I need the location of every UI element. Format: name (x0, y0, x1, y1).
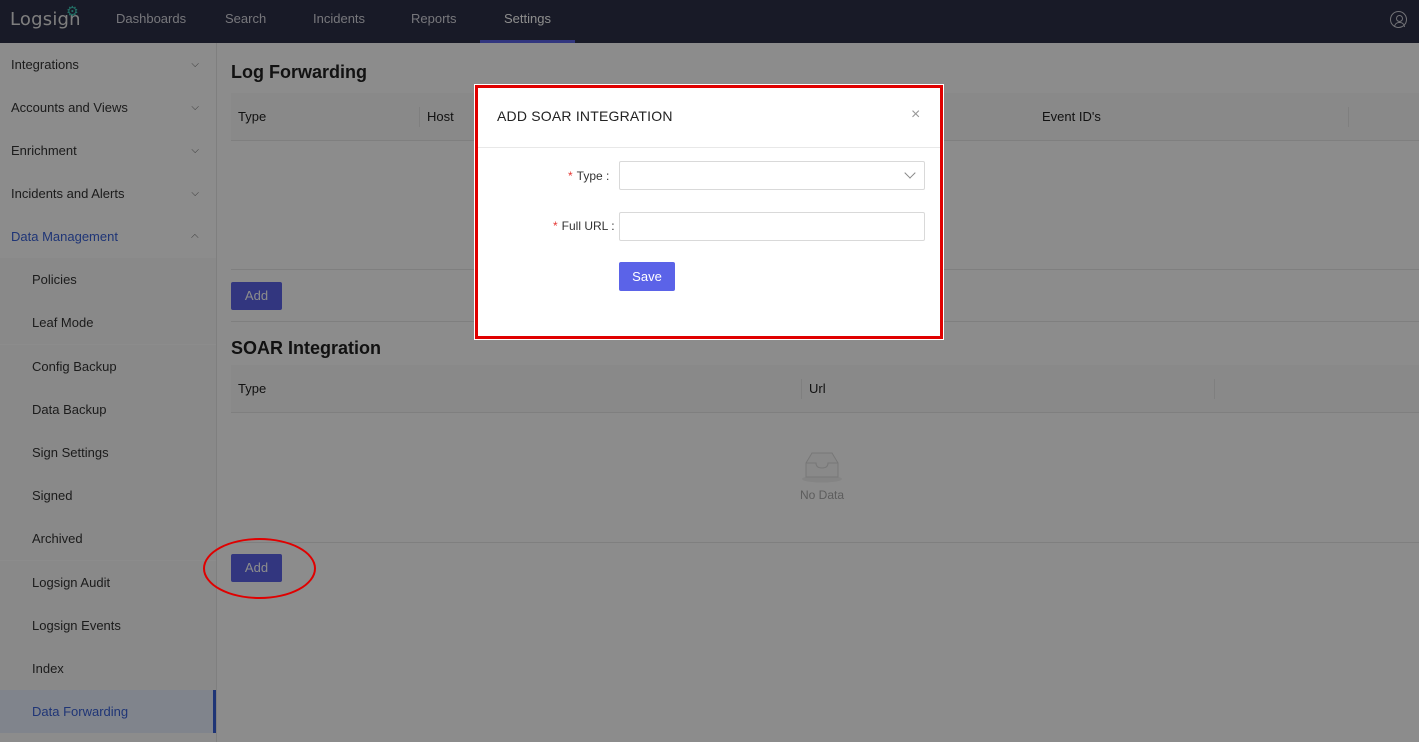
save-button[interactable]: Save (619, 262, 675, 291)
required-marker: * (553, 219, 558, 233)
type-select[interactable] (619, 161, 925, 190)
chevron-down-icon (904, 167, 916, 179)
modal-title: ADD SOAR INTEGRATION (497, 108, 673, 124)
full-url-field-label: * Full URL : (553, 219, 615, 233)
full-url-input[interactable] (619, 212, 925, 241)
close-icon[interactable]: × (911, 106, 920, 124)
type-field-label: * Type : (568, 169, 609, 183)
type-label-text: Type : (576, 169, 610, 183)
add-soar-integration-modal: ADD SOAR INTEGRATION × * Type : * Full URL… (475, 85, 943, 339)
modal-header: ADD SOAR INTEGRATION × (478, 88, 940, 148)
annotation-highlight-circle (203, 538, 316, 599)
required-marker: * (568, 169, 573, 183)
full-url-label-text: Full URL : (561, 219, 615, 233)
